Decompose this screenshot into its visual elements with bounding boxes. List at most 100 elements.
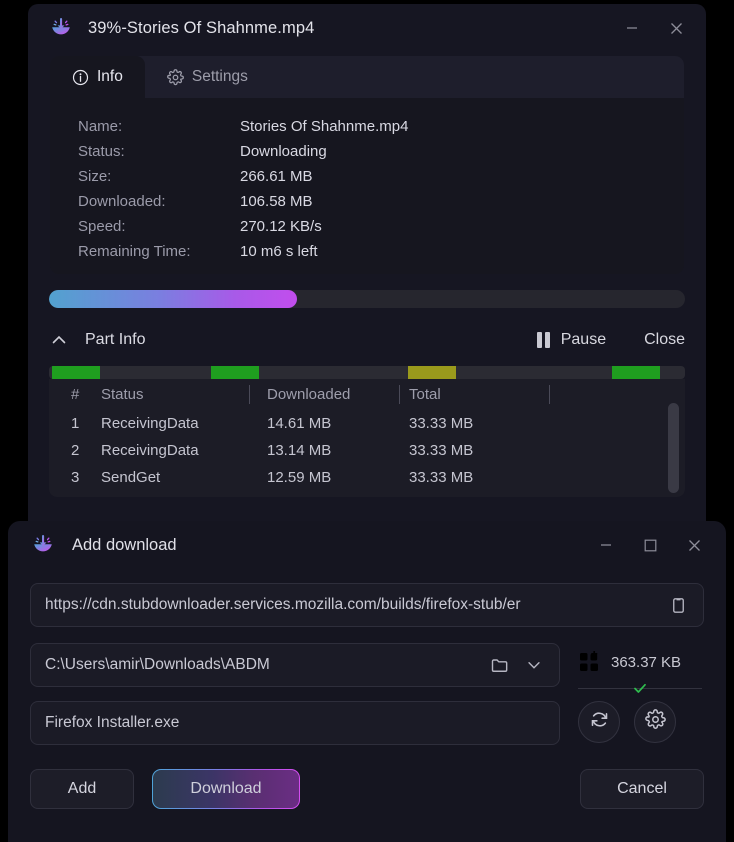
part-downloaded: 14.61 MB (267, 415, 332, 432)
part-num: 3 (71, 469, 80, 486)
gear-icon (166, 68, 184, 86)
info-panel: Name: Stories Of Shahnme.mp4 Status: Dow… (50, 98, 684, 274)
save-location-input[interactable]: C:\Users\amir\Downloads\ABDM (30, 643, 560, 687)
file-name-input[interactable]: Firefox Installer.exe (30, 701, 560, 745)
part-segment (52, 366, 100, 379)
part-info-label: Part Info (85, 331, 146, 348)
info-value-downloaded: 106.58 MB (240, 193, 313, 210)
screen: 39%-Stories Of Shahnme.mp4 Info Settings… (0, 0, 734, 842)
tab-settings[interactable]: Settings (145, 56, 270, 98)
info-value-speed: 270.12 KB/s (240, 218, 322, 235)
column-header-extra (549, 379, 685, 410)
info-value-name: Stories Of Shahnme.mp4 (240, 118, 409, 135)
table-row[interactable]: 3 SendGet 12.59 MB 33.33 MB (49, 464, 685, 491)
url-input-value[interactable]: https://cdn.stubdownloader.services.mozi… (45, 596, 661, 614)
dialog-icon-buttons (576, 701, 704, 743)
tab-info-label: Info (97, 68, 123, 86)
info-row-name: Name: Stories Of Shahnme.mp4 (50, 114, 684, 139)
download-progress-bar (49, 290, 685, 308)
main-window-controls (610, 4, 698, 52)
url-input[interactable]: https://cdn.stubdownloader.services.mozi… (30, 583, 704, 627)
abdm-download-logo-icon (30, 532, 56, 558)
chevron-down-icon[interactable] (517, 648, 551, 682)
dialog-footer: Add Download Cancel (8, 769, 726, 809)
pause-button[interactable]: Pause (536, 331, 607, 349)
parts-table-area: # Status Downloaded Total 1 ReceivingDat… (49, 379, 685, 497)
chevron-up-icon[interactable] (49, 330, 69, 350)
info-label-size: Size: (78, 168, 112, 185)
info-label-name: Name: (78, 118, 123, 135)
close-icon[interactable] (672, 528, 716, 562)
part-status: ReceivingData (101, 415, 199, 432)
dialog-middle-row: C:\Users\amir\Downloads\ABDM Firefox Ins… (30, 643, 704, 745)
part-info-toolbar: Part Info Pause Close (49, 320, 685, 360)
close-button[interactable]: Close (644, 331, 685, 349)
refresh-button[interactable] (578, 701, 620, 743)
part-segment (211, 366, 259, 379)
dialog-body: https://cdn.stubdownloader.services.mozi… (8, 569, 726, 745)
dialog-window-controls (584, 521, 716, 569)
column-header-status: Status (101, 386, 144, 403)
part-total: 33.33 MB (409, 442, 474, 459)
info-label-status: Status: (78, 143, 125, 160)
info-row-remaining: Remaining Time: 10 m6 s left (50, 239, 684, 264)
info-row-speed: Speed: 270.12 KB/s (50, 214, 684, 239)
dialog-titlebar: Add download (8, 521, 726, 569)
info-value-remaining-time: 10 m6 s left (240, 243, 318, 260)
parts-table-scrollbar[interactable] (668, 403, 679, 493)
part-num: 2 (71, 442, 80, 459)
add-button[interactable]: Add (30, 769, 134, 809)
main-titlebar: 39%-Stories Of Shahnme.mp4 (28, 4, 706, 52)
save-location-value[interactable]: C:\Users\amir\Downloads\ABDM (45, 656, 483, 674)
tab-info[interactable]: Info (50, 56, 145, 98)
part-total: 33.33 MB (409, 415, 474, 432)
close-label: Close (644, 331, 685, 348)
info-label-remaining-time: Remaining Time: (78, 243, 191, 260)
info-row-downloaded: Downloaded: 106.58 MB (50, 189, 684, 214)
part-status: SendGet (101, 469, 161, 486)
refresh-icon (589, 709, 610, 735)
part-segment (611, 366, 660, 379)
part-segments-bar (49, 366, 685, 379)
parts-table-header: # Status Downloaded Total (49, 379, 685, 410)
column-header-total: Total (399, 379, 549, 410)
table-row[interactable]: 2 ReceivingData 13.14 MB 33.33 MB (49, 437, 685, 464)
part-downloaded: 13.14 MB (267, 442, 332, 459)
close-icon[interactable] (654, 11, 698, 45)
info-row-size: Size: 266.61 MB (50, 164, 684, 189)
table-row[interactable]: 1 ReceivingData 14.61 MB 33.33 MB (49, 410, 685, 437)
part-segment (408, 366, 457, 379)
column-header-num: # (71, 386, 80, 403)
info-label-speed: Speed: (78, 218, 126, 235)
folder-icon[interactable] (483, 648, 517, 682)
cancel-button[interactable]: Cancel (580, 769, 704, 809)
add-download-dialog: Add download https://cdn.stubdownloader.… (8, 521, 726, 842)
part-extra (549, 437, 685, 464)
grid-plus-icon (578, 650, 600, 673)
part-downloaded: 12.59 MB (267, 469, 332, 486)
file-size-row: 363.37 KB (576, 645, 704, 679)
window-title: 39%-Stories Of Shahnme.mp4 (88, 18, 315, 37)
download-button[interactable]: Download (152, 769, 300, 809)
info-circle-icon (72, 69, 89, 86)
check-icon (632, 681, 648, 695)
clipboard-icon[interactable] (661, 588, 695, 622)
gear-icon (644, 709, 666, 735)
pause-label: Pause (560, 331, 607, 348)
info-value-size: 266.61 MB (240, 168, 313, 185)
dialog-title: Add download (72, 535, 177, 554)
dialog-side-column: 363.37 KB (576, 643, 704, 743)
settings-button[interactable] (634, 701, 676, 743)
tab-strip: Info Settings (50, 56, 684, 98)
minimize-icon[interactable] (610, 11, 654, 45)
part-extra (549, 464, 685, 491)
part-num: 1 (71, 415, 80, 432)
column-header-downloaded: Downloaded (249, 379, 399, 410)
scrollbar-thumb[interactable] (668, 403, 679, 493)
file-name-value[interactable]: Firefox Installer.exe (45, 714, 551, 732)
part-status: ReceivingData (101, 442, 199, 459)
dialog-fields-column: C:\Users\amir\Downloads\ABDM Firefox Ins… (30, 643, 560, 745)
download-progress-fill (49, 290, 298, 308)
minimize-icon[interactable] (584, 528, 628, 562)
maximize-icon[interactable] (628, 528, 672, 562)
